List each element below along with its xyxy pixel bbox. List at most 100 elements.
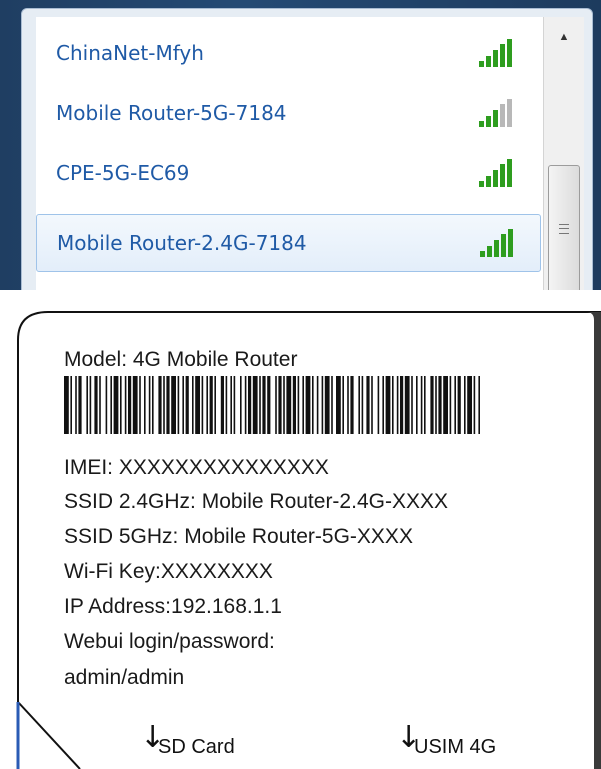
scroll-thumb[interactable]: [548, 165, 580, 290]
network-name: Mobile Router-2.4G-7184: [57, 231, 307, 255]
barcode-bar: [120, 376, 122, 434]
barcode-bar: [220, 376, 224, 434]
barcode-bar: [430, 376, 434, 434]
barcode-bar: [292, 376, 296, 434]
barcode-bar: [244, 376, 247, 434]
ssid-5ghz-text: SSID 5GHz: Mobile Router-5G-XXXX: [64, 525, 413, 548]
barcode-bar: [443, 376, 448, 434]
barcode-bar: [331, 376, 333, 434]
ip-address-text: IP Address:192.168.1.1: [64, 595, 282, 618]
barcode-bar: [158, 376, 162, 434]
barcode-bar: [267, 376, 271, 434]
barcode-bar: [361, 376, 364, 434]
barcode-bar: [416, 376, 418, 434]
barcode-bar: [248, 376, 252, 434]
barcode-bar: [297, 376, 300, 434]
barcode-bar: [166, 376, 170, 434]
barcode-bar: [113, 376, 119, 434]
barcode-bar: [420, 376, 423, 434]
scroll-up-arrow-icon[interactable]: ▲: [544, 17, 584, 57]
barcode-bar: [324, 376, 330, 434]
barcode-bar: [278, 376, 282, 434]
scrollbar[interactable]: ▲: [543, 17, 584, 290]
wifi-key-text: Wi-Fi Key:XXXXXXXX: [64, 560, 273, 583]
barcode-bar: [192, 376, 194, 434]
barcode-bar: [435, 376, 437, 434]
barcode-bar: [454, 376, 456, 434]
wifi-network-list: ChinaNet-Mfyh Mobile Router-5G-7184 CPE-…: [36, 17, 543, 290]
barcode-bar: [457, 376, 461, 434]
network-item-chinanet[interactable]: ChinaNet-Mfyh: [36, 23, 543, 83]
barcode-bar: [75, 376, 77, 434]
barcode-bar: [201, 376, 204, 434]
barcode-bar: [302, 376, 304, 434]
barcode-bar: [64, 376, 69, 434]
barcode-bar: [382, 376, 384, 434]
barcode-bar: [411, 376, 413, 434]
barcode-bar: [148, 376, 151, 434]
barcode-bar: [185, 376, 189, 434]
barcode-bar: [152, 376, 154, 434]
wifi-signal-strong-icon: [479, 39, 512, 67]
barcode-bar: [392, 376, 394, 434]
network-name: ChinaNet-Mfyh: [56, 41, 204, 65]
barcode-bar: [124, 376, 127, 434]
barcode-bar: [342, 376, 344, 434]
barcode-bar: [336, 376, 341, 434]
barcode-bar: [78, 376, 82, 434]
barcode-bar: [171, 376, 176, 434]
usim-slot-label: USIM 4G: [414, 736, 497, 758]
barcode-bar: [283, 376, 285, 434]
barcode-bar: [312, 376, 314, 434]
barcode-bar: [163, 376, 165, 434]
barcode-bar: [128, 376, 132, 434]
barcode-bar: [438, 376, 442, 434]
barcode-bar: [347, 376, 349, 434]
barcode-bar: [449, 376, 452, 434]
barcode-bar: [225, 376, 228, 434]
webui-login-label: Webui login/password:: [64, 630, 275, 653]
barcode-bar: [400, 376, 404, 434]
barcode-bar: [396, 376, 399, 434]
barcode-bar: [467, 376, 472, 434]
ssid-24ghz-text: SSID 2.4GHz: Mobile Router-2.4G-XXXX: [64, 490, 448, 513]
network-name: CPE-5G-EC69: [56, 161, 190, 185]
barcode-bar: [206, 376, 208, 434]
wifi-signal-strong-icon: [479, 159, 512, 187]
network-item-cpe-5g[interactable]: CPE-5G-EC69: [36, 143, 543, 203]
barcode-bar: [94, 376, 98, 434]
barcode-bar: [464, 376, 466, 434]
barcode-bar: [404, 376, 410, 434]
barcode-bar: [305, 376, 311, 434]
barcode-bar: [473, 376, 476, 434]
barcode-bar: [110, 376, 112, 434]
network-name: Mobile Router-5G-7184: [56, 101, 287, 125]
barcode-bar: [286, 376, 292, 434]
barcode-bar: [321, 376, 324, 434]
wifi-signal-medium-icon: [479, 99, 512, 127]
network-item-mobile-router-5g[interactable]: Mobile Router-5G-7184: [36, 83, 543, 143]
model-text: Model: 4G Mobile Router: [64, 348, 298, 371]
barcode-bar: [377, 376, 380, 434]
barcode-bar: [230, 376, 232, 434]
barcode-bar: [240, 376, 242, 434]
network-item-mobile-router-24g[interactable]: Mobile Router-2.4G-7184: [36, 214, 541, 272]
barcode-bar: [316, 376, 319, 434]
barcode-bar: [424, 376, 426, 434]
barcode-bar: [350, 376, 354, 434]
barcode-bar: [259, 376, 261, 434]
barcode-bar: [262, 376, 266, 434]
barcode: [64, 376, 480, 434]
sd-card-slot-label: SD Card: [158, 736, 235, 758]
barcode-bar: [214, 376, 216, 434]
webui-credentials-text: admin/admin: [64, 666, 185, 689]
barcode-bar: [182, 376, 184, 434]
barcode-bar: [99, 376, 101, 434]
imei-text: IMEI: XXXXXXXXXXXXXXX: [64, 456, 329, 479]
barcode-bar: [252, 376, 258, 434]
device-label: Model: 4G Mobile Router IMEI: XXXXXXXXXX…: [0, 290, 601, 769]
barcode-bar: [132, 376, 138, 434]
barcode-bar: [209, 376, 213, 434]
barcode-bar: [358, 376, 360, 434]
barcode-bar: [105, 376, 108, 434]
